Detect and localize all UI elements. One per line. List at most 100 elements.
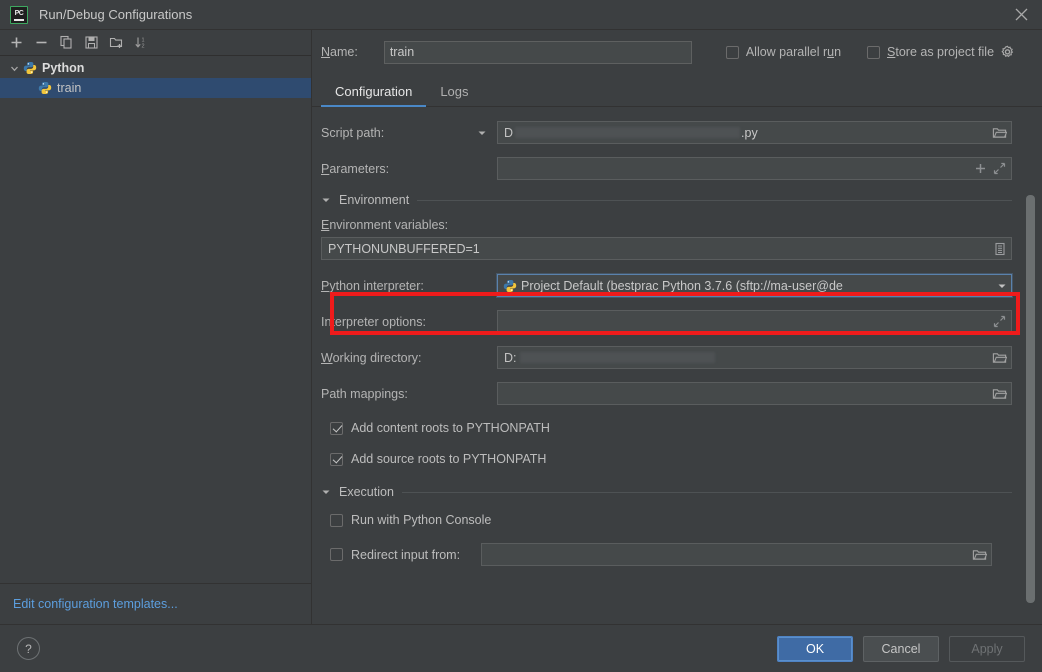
working-directory-label: Working directory: [321, 350, 422, 365]
tree-item-label: train [57, 81, 82, 95]
ok-button[interactable]: OK [777, 635, 853, 662]
python-icon [503, 279, 517, 293]
vertical-scrollbar[interactable] [1026, 195, 1035, 603]
run-debug-configurations-dialog: PC Run/Debug Configurations 1 2 Python t… [0, 0, 1042, 672]
plus-icon[interactable] [972, 160, 989, 177]
name-input[interactable] [383, 40, 692, 64]
checkbox-box[interactable] [330, 513, 343, 527]
triangle-down-icon[interactable] [321, 195, 331, 205]
store-as-project-file-label: Store as project file [887, 45, 995, 59]
python-interpreter-combo[interactable]: Project Default (bestprac Python 3.7.6 (… [497, 274, 1012, 297]
chevron-down-icon[interactable] [473, 128, 491, 138]
pycharm-icon: PC [10, 5, 28, 24]
redirect-input-from-field[interactable] [481, 543, 992, 566]
python-interpreter-label: Python interpreter: [321, 278, 424, 293]
working-directory-row: Working directory: D: [321, 346, 1012, 369]
allow-parallel-run-label: Allow parallel run [745, 45, 842, 59]
titlebar: PC Run/Debug Configurations [0, 0, 1042, 30]
execution-section-title: Execution [339, 485, 394, 499]
redirect-input-from-row: Redirect input from: [330, 543, 992, 566]
help-button[interactable]: ? [17, 637, 40, 660]
redirect-input-from-label: Redirect input from: [351, 547, 461, 562]
folder-icon[interactable] [991, 385, 1008, 402]
add-source-roots-label: Add source roots to PYTHONPATH [351, 452, 547, 466]
configuration-editor-panel: Name: Allow parallel run Store as projec… [312, 30, 1042, 624]
checkbox-box[interactable] [867, 45, 881, 59]
environment-variables-label: Environment variables: [321, 218, 449, 232]
environment-section-header[interactable]: Environment [321, 193, 1012, 207]
tree-group-label: Python [42, 61, 85, 75]
checkbox-box[interactable] [330, 421, 343, 435]
allow-parallel-run-checkbox[interactable]: Allow parallel run [725, 45, 842, 59]
environment-variables-value: PYTHONUNBUFFERED=1 [328, 241, 480, 256]
configuration-form: Script path: D .py Parameters: Environme… [312, 107, 1042, 624]
tree-item-train[interactable]: train [0, 78, 311, 98]
configurations-tree[interactable]: Python train [0, 56, 311, 583]
redacted-path [515, 127, 741, 138]
working-directory-value: D: [504, 351, 989, 365]
gear-icon[interactable] [1000, 45, 1015, 60]
interpreter-options-field[interactable] [497, 310, 1012, 333]
script-path-row: Script path: D .py [321, 121, 1012, 144]
script-path-field[interactable]: D .py [497, 121, 1012, 144]
working-directory-field[interactable]: D: [497, 346, 1012, 369]
add-configuration-button[interactable] [5, 32, 28, 53]
copy-configuration-button[interactable] [55, 32, 78, 53]
interpreter-options-row: Interpreter options: [321, 310, 1012, 333]
svg-text:2: 2 [142, 44, 145, 50]
expand-icon[interactable] [991, 160, 1008, 177]
python-icon [23, 61, 37, 75]
section-divider [401, 491, 1012, 493]
run-with-python-console-checkbox[interactable]: Run with Python Console [330, 510, 1012, 530]
edit-configuration-templates-link[interactable]: Edit configuration templates... [13, 597, 178, 611]
folder-icon[interactable] [991, 124, 1008, 141]
python-interpreter-row: Python interpreter: Project Default (bes… [321, 274, 1012, 297]
dialog-body: 1 2 Python train Edit configuration temp… [0, 30, 1042, 624]
triangle-down-icon[interactable] [321, 487, 331, 497]
tab-configuration[interactable]: Configuration [321, 84, 427, 107]
editor-tabs: Configuration Logs [312, 74, 1042, 107]
list-edit-icon[interactable] [991, 240, 1008, 257]
script-path-label: Script path: [321, 125, 385, 140]
apply-button: Apply [949, 635, 1025, 662]
left-footer: Edit configuration templates... [0, 583, 311, 624]
checkbox-box[interactable] [330, 548, 343, 561]
configurations-toolbar: 1 2 [0, 30, 311, 56]
path-mappings-row: Path mappings: [321, 382, 1012, 405]
window-title: Run/Debug Configurations [39, 7, 193, 22]
parameters-label: Parameters: [321, 161, 390, 176]
tree-group-python[interactable]: Python [0, 58, 311, 78]
remove-configuration-button[interactable] [30, 32, 53, 53]
move-into-folder-button[interactable] [105, 32, 128, 53]
footer-buttons: OK Cancel Apply [777, 635, 1025, 662]
store-as-project-file-checkbox[interactable]: Store as project file [867, 45, 994, 59]
close-icon[interactable] [1000, 1, 1042, 29]
save-configuration-button[interactable] [80, 32, 103, 53]
path-mappings-label: Path mappings: [321, 386, 408, 401]
tab-logs[interactable]: Logs [426, 84, 482, 106]
parameters-field[interactable] [497, 157, 1012, 180]
name-row: Name: Allow parallel run Store as projec… [312, 30, 1042, 74]
path-mappings-field[interactable] [497, 382, 1012, 405]
section-divider [417, 199, 1012, 201]
chevron-down-icon[interactable] [994, 275, 1010, 296]
interpreter-options-label: Interpreter options: [321, 314, 426, 329]
redacted-path [519, 352, 715, 363]
checkbox-box[interactable] [330, 452, 343, 466]
python-icon [38, 81, 52, 95]
expand-icon[interactable] [991, 313, 1008, 330]
checkbox-box[interactable] [725, 45, 739, 59]
python-interpreter-value: Project Default (bestprac Python 3.7.6 (… [521, 278, 843, 293]
sort-configurations-button[interactable]: 1 2 [130, 32, 153, 53]
add-content-roots-checkbox[interactable]: Add content roots to PYTHONPATH [330, 418, 1012, 438]
execution-section-header[interactable]: Execution [321, 485, 1012, 499]
cancel-button[interactable]: Cancel [863, 635, 939, 662]
folder-icon[interactable] [971, 546, 988, 563]
environment-variables-field[interactable]: PYTHONUNBUFFERED=1 [321, 237, 1012, 260]
name-label: Name: [321, 45, 358, 59]
add-source-roots-checkbox[interactable]: Add source roots to PYTHONPATH [330, 449, 1012, 469]
parameters-row: Parameters: [321, 157, 1012, 180]
add-content-roots-label: Add content roots to PYTHONPATH [351, 421, 550, 435]
folder-icon[interactable] [991, 349, 1008, 366]
chevron-down-icon[interactable] [8, 62, 21, 75]
